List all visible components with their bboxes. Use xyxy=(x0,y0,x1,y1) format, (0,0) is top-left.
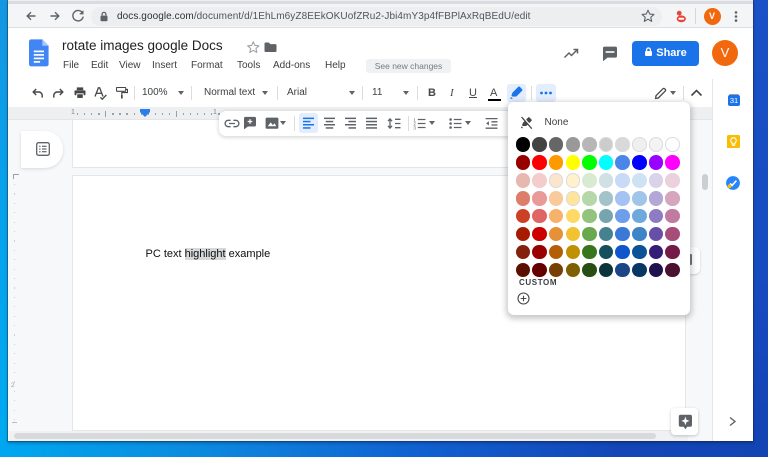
svg-text:3: 3 xyxy=(413,125,416,130)
